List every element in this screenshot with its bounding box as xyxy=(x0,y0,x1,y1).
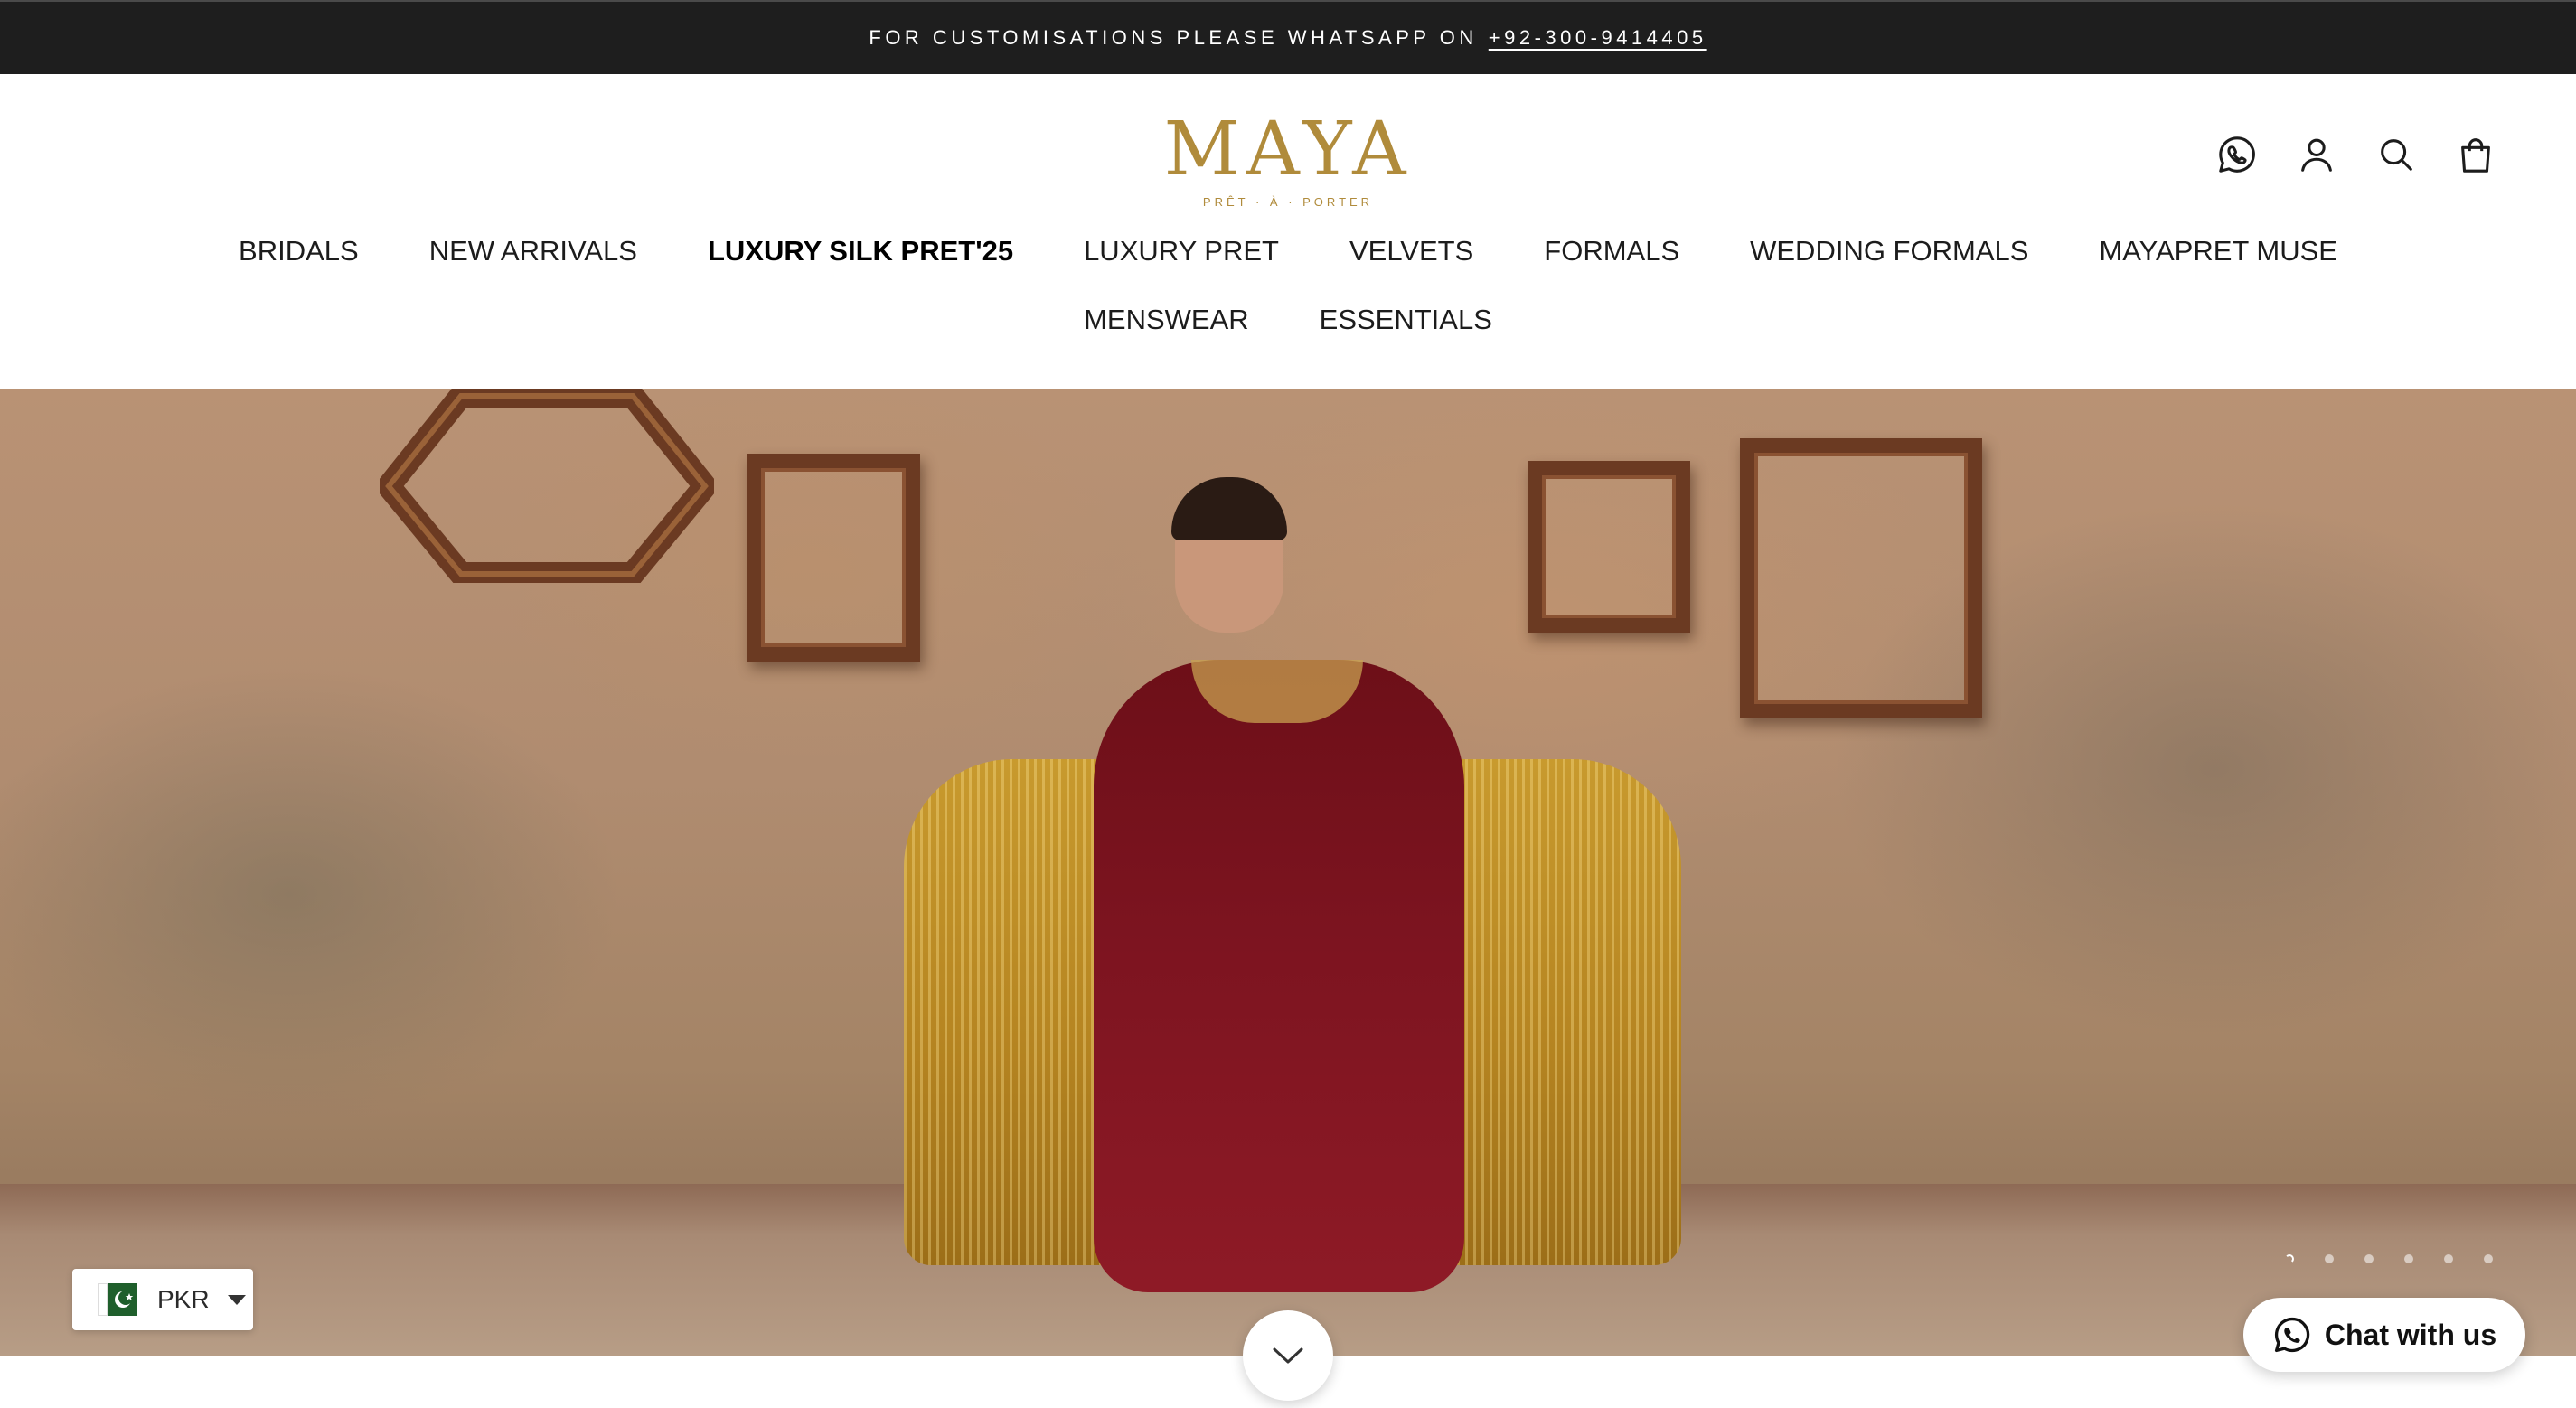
main-navigation: BRIDALS NEW ARRIVALS LUXURY SILK PRET'25… xyxy=(0,235,2576,336)
picture-frame-decor xyxy=(1740,438,1982,718)
nav-item-formals[interactable]: FORMALS xyxy=(1509,235,1715,268)
site-header: MAYA PRÊT · À · PORTER BRIDALS NEW ARRIV… xyxy=(0,74,2576,389)
account-icon[interactable] xyxy=(2296,134,2337,175)
carousel-dot-5[interactable] xyxy=(2444,1254,2453,1263)
carousel-dot-3[interactable] xyxy=(2364,1254,2374,1263)
nav-item-wedding-formals[interactable]: WEDDING FORMALS xyxy=(1715,235,2064,268)
picture-frame-decor xyxy=(747,454,920,662)
nav-item-mayapret-muse[interactable]: MAYAPRET MUSE xyxy=(2064,235,2373,268)
nav-item-menswear[interactable]: MENSWEAR xyxy=(1048,304,1284,336)
nav-item-bridals[interactable]: BRIDALS xyxy=(203,235,394,268)
carousel-dot-6[interactable] xyxy=(2484,1254,2493,1263)
cart-icon[interactable] xyxy=(2455,134,2496,175)
carousel-dot-2[interactable] xyxy=(2325,1254,2334,1263)
hexagon-frame-decor xyxy=(380,389,714,583)
currency-code: PKR xyxy=(157,1285,210,1313)
search-icon[interactable] xyxy=(2375,134,2417,175)
logo-tagline: PRÊT · À · PORTER xyxy=(1202,195,1374,209)
nav-item-luxury-silk-pret[interactable]: LUXURY SILK PRET'25 xyxy=(672,235,1048,268)
hero-slideshow[interactable] xyxy=(0,389,2576,1356)
picture-frame-decor xyxy=(1528,461,1690,633)
whatsapp-icon[interactable] xyxy=(2216,134,2258,175)
site-logo[interactable]: MAYA PRÊT · À · PORTER xyxy=(1163,107,1413,210)
scroll-down-button[interactable] xyxy=(1243,1310,1333,1401)
model-outfit-image xyxy=(1094,660,1464,1292)
nav-item-velvets[interactable]: VELVETS xyxy=(1314,235,1509,268)
logo-wordmark: MAYA xyxy=(1163,107,1413,192)
header-actions xyxy=(2216,134,2496,175)
whatsapp-chat-icon xyxy=(2274,1317,2310,1353)
caret-down-icon xyxy=(227,1294,246,1305)
announcement-text: FOR CUSTOMISATIONS PLEASE WHATSAPP ON xyxy=(869,26,1478,49)
carousel-pagination xyxy=(2285,1254,2493,1263)
chevron-down-icon xyxy=(1273,1347,1303,1364)
nav-item-essentials[interactable]: ESSENTIALS xyxy=(1284,304,1528,336)
chat-with-us-button[interactable]: Chat with us xyxy=(2243,1298,2525,1372)
currency-selector[interactable]: PKR xyxy=(72,1269,253,1330)
announcement-bar: FOR CUSTOMISATIONS PLEASE WHATSAPP ON +9… xyxy=(0,0,2576,74)
carousel-dot-4[interactable] xyxy=(2404,1254,2413,1263)
pakistan-flag-icon xyxy=(98,1283,137,1316)
carousel-dot-1[interactable] xyxy=(2285,1254,2294,1263)
nav-item-new-arrivals[interactable]: NEW ARRIVALS xyxy=(394,235,672,268)
whatsapp-phone-link[interactable]: +92-300-9414405 xyxy=(1489,26,1707,50)
chat-label: Chat with us xyxy=(2324,1318,2497,1351)
nav-item-luxury-pret[interactable]: LUXURY PRET xyxy=(1048,235,1314,268)
